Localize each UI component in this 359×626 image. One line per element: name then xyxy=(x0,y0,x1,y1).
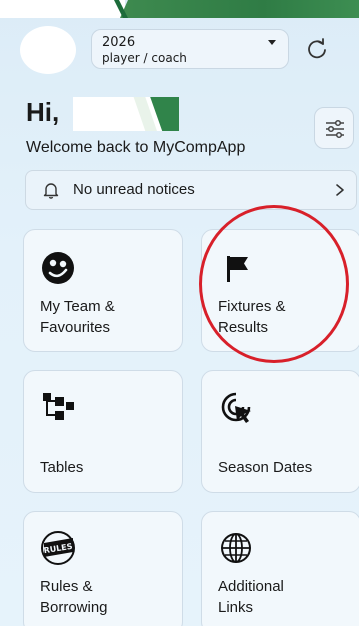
season-role-select[interactable]: 2026 player / coach xyxy=(91,29,289,69)
welcome-message: Welcome back to MyCompApp xyxy=(26,139,246,156)
rules-badge-icon: RULES xyxy=(41,531,75,565)
tile-label: My Team & Favourites xyxy=(40,298,115,336)
greeting-hi: Hi, xyxy=(26,97,60,127)
tile-label: Fixtures & Results xyxy=(218,298,286,336)
cursor-click-icon xyxy=(221,392,251,423)
hierarchy-icon xyxy=(43,393,74,420)
notices-text: No unread notices xyxy=(73,181,195,198)
header: 2026 player / coach xyxy=(0,22,359,77)
refresh-icon xyxy=(308,38,326,59)
settings-sliders-button[interactable] xyxy=(314,107,354,149)
chevron-right-icon xyxy=(336,184,344,196)
tile-label: Rules & Borrowing xyxy=(40,578,108,616)
season-role: player / coach xyxy=(102,51,187,65)
notices-bar[interactable]: No unread notices xyxy=(25,170,357,210)
tile-season-dates[interactable]: Season Dates xyxy=(201,370,359,493)
tile-label: Season Dates xyxy=(218,459,313,476)
tile-tables[interactable]: Tables xyxy=(23,370,183,493)
team-badge-icon xyxy=(42,252,74,284)
refresh-button[interactable] xyxy=(302,35,332,65)
tile-rules-borrowing[interactable]: RULES Rules & Borrowing xyxy=(23,511,183,626)
top-banner xyxy=(0,0,359,18)
bell-icon xyxy=(43,183,59,199)
tile-label: Additional Links xyxy=(218,578,284,616)
tile-fixtures-results[interactable]: Fixtures & Results xyxy=(201,229,359,352)
tile-label: Tables xyxy=(40,459,84,476)
sliders-icon xyxy=(326,119,344,139)
globe-icon xyxy=(221,533,251,563)
tile-additional-links[interactable]: Additional Links xyxy=(201,511,359,626)
season-year: 2026 xyxy=(102,35,136,50)
avatar[interactable] xyxy=(20,26,76,74)
caret-down-icon xyxy=(268,40,276,45)
flag-icon xyxy=(227,256,248,282)
tile-my-team-favourites[interactable]: My Team & Favourites xyxy=(23,229,183,352)
user-name-redacted xyxy=(73,97,179,131)
